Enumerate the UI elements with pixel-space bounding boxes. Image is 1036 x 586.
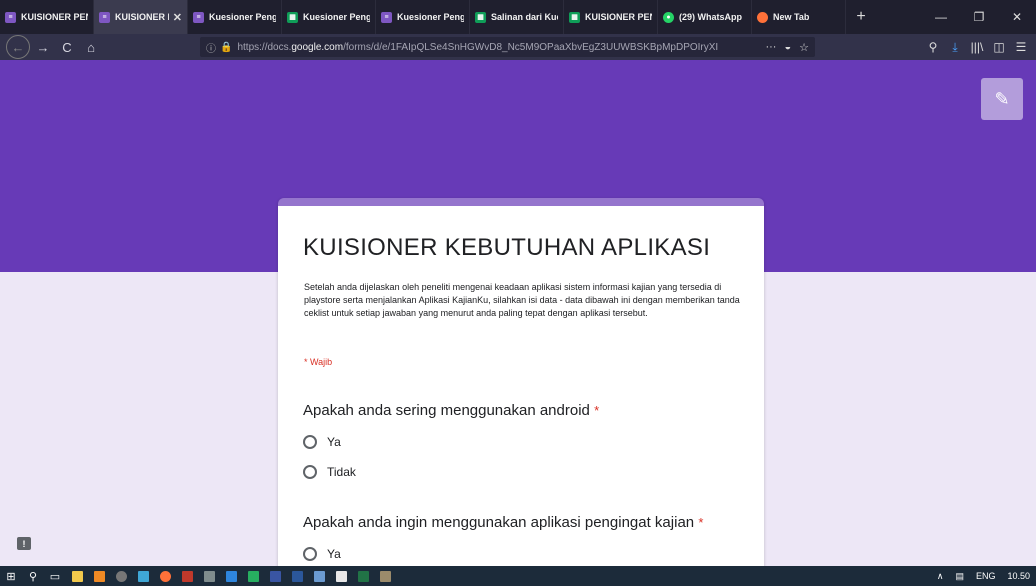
minimize-button[interactable]: — — [922, 0, 960, 34]
lock-icon: 🔒 — [220, 41, 233, 53]
radio-option[interactable]: Ya — [303, 547, 341, 561]
firefox-icon — [757, 11, 768, 23]
menu-icon[interactable]: ☰ — [1010, 37, 1032, 57]
word-icon[interactable] — [286, 566, 308, 586]
question-title: Apakah anda ingin menggunakan aplikasi p… — [303, 514, 704, 531]
page-actions-icon[interactable]: ··· — [765, 41, 776, 53]
search-icon[interactable]: ⚲ — [22, 566, 44, 586]
browser-tab[interactable]: New Tab — [752, 0, 846, 34]
radio-option[interactable]: Tidak — [303, 465, 356, 479]
new-tab-button[interactable]: + — [846, 0, 876, 34]
site-info-icon[interactable]: ⓘ — [206, 40, 216, 55]
app-icon[interactable] — [374, 566, 396, 586]
app-icon[interactable] — [220, 566, 242, 586]
excel-icon[interactable] — [352, 566, 374, 586]
app-icon[interactable] — [330, 566, 352, 586]
clock[interactable]: 10.50 — [1007, 571, 1030, 581]
browser-tab[interactable]: ▦ Salinan dari Kue — [470, 0, 564, 34]
url-text: https://docs.google.com/forms/d/e/1FAIpQ… — [237, 41, 719, 53]
required-star: * — [698, 515, 704, 530]
media-player-icon[interactable] — [88, 566, 110, 586]
windows-taskbar: ⊞ ⚲ ▭ ∧ ▤ ENG 10.50 — [0, 566, 1036, 586]
edit-form-button[interactable]: ✎ — [981, 78, 1023, 120]
sheets-icon: ▦ — [569, 11, 580, 23]
forms-icon: ≡ — [99, 11, 110, 23]
visio-icon[interactable] — [264, 566, 286, 586]
tab-label: KUISIONER K — [115, 12, 169, 22]
notification-icon[interactable]: ▤ — [955, 571, 964, 582]
app-icon[interactable] — [308, 566, 330, 586]
app-icon[interactable] — [242, 566, 264, 586]
whatsapp-icon: ● — [663, 11, 674, 23]
tab-label: Salinan dari Kue — [491, 12, 558, 22]
restore-button[interactable]: ❐ — [960, 0, 998, 34]
tab-label: Kuesioner Peng — [397, 12, 464, 22]
required-note: * Wajib — [304, 357, 333, 367]
radio-button[interactable] — [303, 435, 317, 449]
radio-button[interactable] — [303, 547, 317, 561]
tray-chevron-icon[interactable]: ∧ — [937, 571, 944, 582]
tab-label: KUISIONER PEN — [585, 12, 652, 22]
app-icon[interactable] — [110, 566, 132, 586]
browser-tab[interactable]: ● (29) WhatsApp — [658, 0, 752, 34]
firefox-icon[interactable] — [154, 566, 176, 586]
windows-start-icon[interactable]: ⊞ — [0, 566, 22, 586]
forms-icon: ≡ — [193, 11, 204, 23]
browser-tab-active[interactable]: ≡ KUISIONER K ✕ — [94, 0, 188, 34]
close-tab-icon[interactable]: ✕ — [173, 11, 182, 24]
extension-icon[interactable]: ⚲ — [922, 37, 944, 57]
radio-button[interactable] — [303, 465, 317, 479]
browser-tab[interactable]: ▦ KUISIONER PEN — [564, 0, 658, 34]
window-controls: — ❐ ✕ — [922, 0, 1036, 34]
forms-icon: ≡ — [5, 11, 16, 23]
bookmark-star-icon[interactable]: ☆ — [799, 41, 809, 54]
tab-label: New Tab — [773, 12, 810, 22]
tab-label: Kuesioner Peng — [209, 12, 276, 22]
address-bar[interactable]: ⓘ 🔒 https://docs.google.com/forms/d/e/1F… — [200, 37, 815, 57]
language-indicator[interactable]: ENG — [976, 571, 996, 581]
close-window-button[interactable]: ✕ — [998, 0, 1036, 34]
library-icon[interactable]: |||\ — [966, 37, 988, 57]
feedback-icon[interactable]: ! — [17, 537, 31, 550]
tab-label: KUISIONER PEN — [21, 12, 88, 22]
forms-icon: ≡ — [381, 11, 392, 23]
browser-tab[interactable]: ≡ Kuesioner Peng — [188, 0, 282, 34]
form-description: Setelah anda dijelaskan oleh peneliti me… — [304, 282, 740, 318]
sheets-icon: ▦ — [475, 11, 486, 23]
download-icon[interactable]: ⤓ — [944, 37, 966, 57]
browser-nav-bar: ← → C ⌂ ⓘ 🔒 https://docs.google.com/form… — [0, 34, 1036, 60]
app-icon[interactable] — [198, 566, 220, 586]
required-star: * — [594, 403, 600, 418]
radio-option[interactable]: Ya — [303, 435, 341, 449]
system-tray: ∧ ▤ ENG 10.50 — [931, 571, 1036, 582]
home-button[interactable]: ⌂ — [80, 36, 102, 58]
question-title: Apakah anda sering menggunakan android * — [303, 402, 600, 419]
sidebar-icon[interactable]: ◫ — [988, 37, 1010, 57]
option-label: Tidak — [327, 465, 356, 479]
app-icon[interactable] — [176, 566, 198, 586]
browser-tab-strip: ≡ KUISIONER PEN ≡ KUISIONER K ✕ ≡ Kuesio… — [0, 0, 1036, 34]
pencil-icon: ✎ — [994, 88, 1010, 109]
option-label: Ya — [327, 547, 341, 561]
reload-button[interactable]: C — [56, 36, 78, 58]
browser-tab[interactable]: ≡ KUISIONER PEN — [0, 0, 94, 34]
task-view-icon[interactable]: ▭ — [44, 566, 66, 586]
forward-button[interactable]: → — [32, 36, 54, 58]
tab-label: Kuesioner Peng — [303, 12, 370, 22]
option-label: Ya — [327, 435, 341, 449]
form-title: KUISIONER KEBUTUHAN APLIKASI — [303, 234, 711, 261]
toolbar-right: ⚲ ⤓ |||\ ◫ ☰ — [922, 37, 1032, 57]
file-explorer-icon[interactable] — [66, 566, 88, 586]
browser-tab[interactable]: ▦ Kuesioner Peng — [282, 0, 376, 34]
app-icon[interactable] — [132, 566, 154, 586]
pocket-icon[interactable]: ◒ — [784, 41, 791, 53]
tab-label: (29) WhatsApp — [679, 12, 742, 22]
back-button[interactable]: ← — [6, 35, 30, 59]
sheets-icon: ▦ — [287, 11, 298, 23]
form-card: KUISIONER KEBUTUHAN APLIKASI Setelah and… — [278, 198, 764, 572]
browser-tab[interactable]: ≡ Kuesioner Peng — [376, 0, 470, 34]
